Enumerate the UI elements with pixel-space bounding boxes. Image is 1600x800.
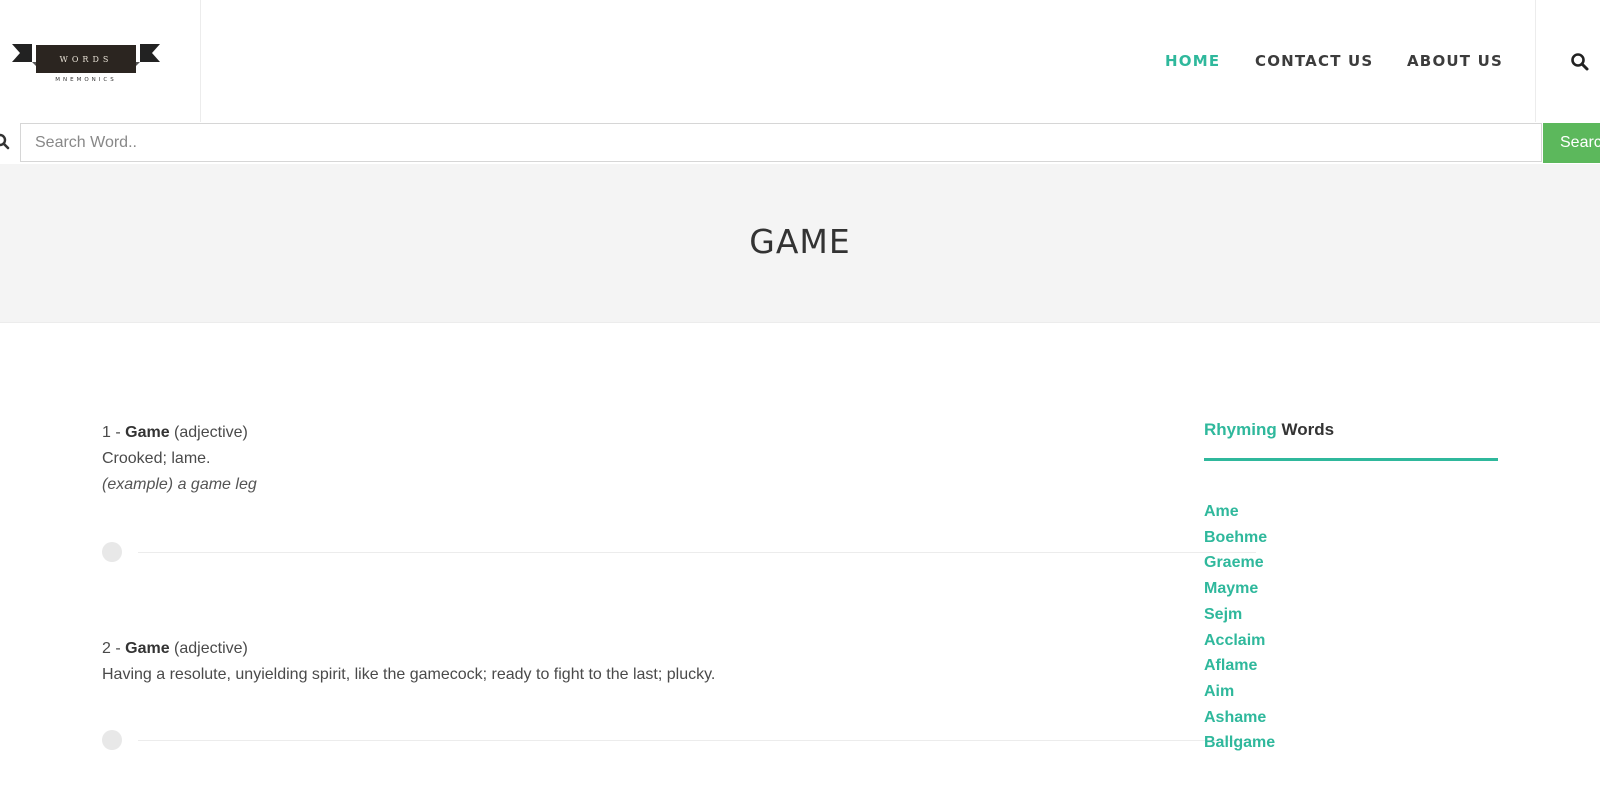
divider-line <box>138 740 1256 741</box>
rhyme-link[interactable]: Aflame <box>1204 653 1275 679</box>
rhyme-link[interactable]: Acclaim <box>1204 628 1275 654</box>
search-icon <box>0 133 10 150</box>
rhyme-link[interactable]: Ame <box>1204 499 1275 525</box>
rhyme-link[interactable]: Boehme <box>1204 525 1275 551</box>
definition-part-of-speech: (adjective) <box>169 424 248 441</box>
rhyme-link[interactable]: Aim <box>1204 679 1275 705</box>
definition-word: Game <box>125 424 170 441</box>
search-input[interactable] <box>20 123 1542 162</box>
definition-heading: 1 - Game (adjective) <box>102 420 1162 446</box>
nav-contact-us[interactable]: CONTACT US <box>1255 52 1373 70</box>
divider-dot <box>102 542 122 562</box>
definition-divider <box>102 730 1256 750</box>
rhyme-link[interactable]: Ashame <box>1204 705 1275 731</box>
search-icon[interactable] <box>1570 52 1590 72</box>
definition-number: 1 - <box>102 424 126 441</box>
definition-part-of-speech: (adjective) <box>169 640 248 657</box>
rhyme-link[interactable]: Graeme <box>1204 550 1275 576</box>
definition-meaning: Having a resolute, unyielding spirit, li… <box>102 666 716 683</box>
definition-meaning: Crooked; lame. <box>102 450 211 467</box>
nav-about-us[interactable]: ABOUT US <box>1407 52 1503 70</box>
rhyme-link[interactable]: Ballgame <box>1204 730 1275 756</box>
search-button[interactable]: Search <box>1543 123 1600 163</box>
divider-line <box>138 552 1256 553</box>
definition-heading: 2 - Game (adjective) <box>102 636 1162 662</box>
rhyme-link[interactable]: Mayme <box>1204 576 1275 602</box>
divider-dot <box>102 730 122 750</box>
rhyming-title-underline <box>1204 458 1498 461</box>
definition-1: 1 - Game (adjective) Crooked; lame. (exa… <box>102 420 1162 498</box>
site-header: WORDS MNEMONICS HOME CONTACT US ABOUT US <box>0 0 1600 123</box>
definition-example: (example) a game leg <box>102 476 257 493</box>
rhyming-title-accent: Rhyming <box>1204 420 1277 439</box>
rhyming-title-rest: Words <box>1276 420 1335 439</box>
logo-bottom-text: MNEMONICS <box>55 77 116 83</box>
definition-divider <box>102 542 1256 562</box>
page-title: GAME <box>749 222 851 261</box>
definition-2: 2 - Game (adjective) Having a resolute, … <box>102 636 1162 688</box>
nav-home[interactable]: HOME <box>1165 52 1220 70</box>
rhyming-words-list: Ame Boehme Graeme Mayme Sejm Acclaim Afl… <box>1204 499 1275 756</box>
rhyming-words-title: Rhyming Words <box>1204 420 1334 440</box>
definition-word: Game <box>125 640 170 657</box>
main-nav: HOME CONTACT US ABOUT US <box>0 52 1600 72</box>
nav-divider <box>1535 0 1536 122</box>
rhyme-link[interactable]: Sejm <box>1204 602 1275 628</box>
definition-number: 2 - <box>102 640 126 657</box>
